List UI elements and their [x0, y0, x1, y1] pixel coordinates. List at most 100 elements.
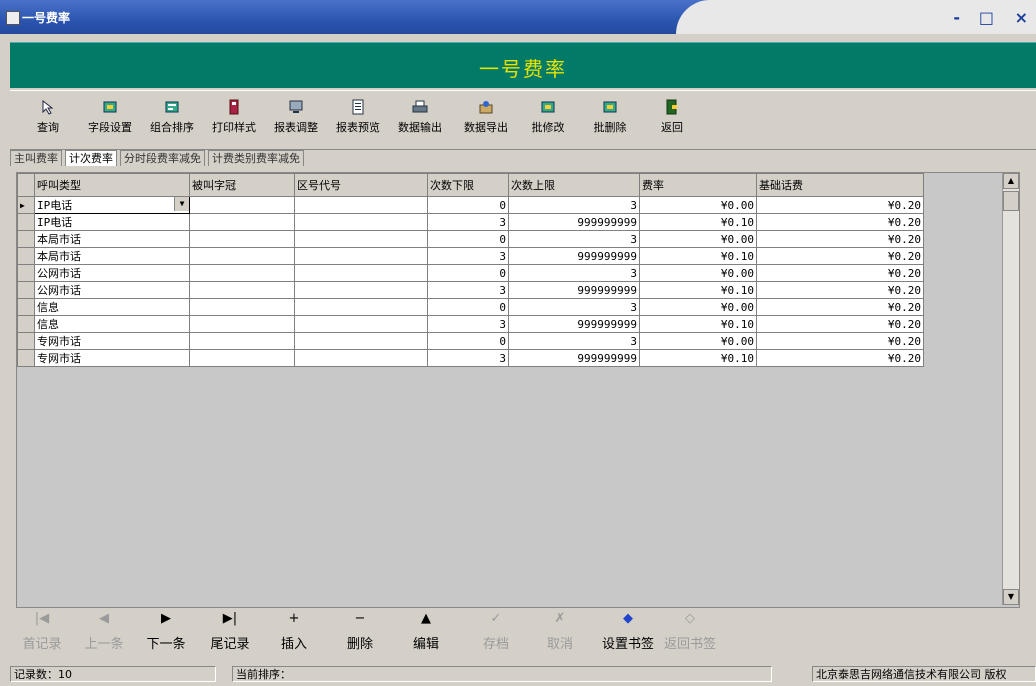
table-cell[interactable]: ¥0.20 — [756, 349, 924, 367]
nav-last-record-button[interactable]: ▶| 尾记录 — [202, 611, 258, 652]
table-row[interactable]: 本局市话 3 999999999 ¥0.10 ¥0.20 — [17, 247, 924, 265]
row-indicator[interactable] — [17, 213, 35, 231]
table-cell[interactable]: ¥0.10 — [639, 281, 757, 299]
table-cell[interactable]: ¥0.00 — [639, 264, 757, 282]
table-cell[interactable] — [189, 230, 295, 248]
table-cell[interactable] — [189, 332, 295, 350]
table-cell[interactable]: 999999999 — [508, 281, 640, 299]
table-cell[interactable] — [189, 281, 295, 299]
table-cell[interactable]: ¥0.20 — [756, 281, 924, 299]
table-cell[interactable]: ¥0.10 — [639, 349, 757, 367]
table-cell[interactable]: ¥0.20 — [756, 247, 924, 265]
table-cell[interactable]: 3 — [427, 315, 509, 333]
table-cell[interactable] — [189, 213, 295, 231]
nav-cancel-button[interactable]: ✗ 取消 — [532, 611, 588, 652]
data-export-button[interactable]: 数据导出 — [456, 95, 516, 135]
batch-edit-button[interactable]: 批修改 — [518, 95, 578, 135]
table-cell[interactable]: 999999999 — [508, 247, 640, 265]
table-cell[interactable]: ¥0.20 — [756, 230, 924, 248]
table-cell[interactable] — [294, 196, 428, 214]
call-type-dropdown-value[interactable]: IP电话 — [37, 199, 72, 212]
row-indicator[interactable] — [17, 298, 35, 316]
table-cell[interactable]: ¥0.10 — [639, 247, 757, 265]
dropdown-arrow-icon[interactable]: ▼ — [174, 197, 189, 211]
tab-billing-category-discount[interactable]: 计费类别费率减免 — [208, 150, 304, 166]
table-cell[interactable]: ¥0.00 — [639, 298, 757, 316]
report-adjust-button[interactable]: 报表调整 — [266, 95, 326, 135]
table-cell[interactable] — [294, 230, 428, 248]
table-cell[interactable]: ¥0.00 — [639, 196, 757, 214]
minimize-button[interactable]: - — [953, 8, 960, 27]
nav-plus-button[interactable]: + 插入 — [266, 611, 322, 652]
report-preview-button[interactable]: 报表预览 — [328, 95, 388, 135]
data-output-button[interactable]: 数据输出 — [390, 95, 450, 135]
table-cell[interactable]: 信息 — [34, 315, 190, 333]
table-cell[interactable]: 3 — [427, 281, 509, 299]
table-cell[interactable]: 3 — [508, 298, 640, 316]
table-cell[interactable] — [189, 298, 295, 316]
table-cell[interactable]: 0 — [427, 230, 509, 248]
table-cell[interactable]: 本局市话 — [34, 230, 190, 248]
table-cell[interactable]: 3 — [427, 247, 509, 265]
table-cell[interactable]: 0 — [427, 298, 509, 316]
print-style-button[interactable]: 打印样式 — [204, 95, 264, 135]
nav-prev-record-button[interactable]: ◀ 上一条 — [76, 611, 132, 652]
nav-minus-button[interactable]: − 删除 — [332, 611, 388, 652]
table-cell[interactable]: ¥0.20 — [756, 332, 924, 350]
table-row[interactable]: IP电话 3 999999999 ¥0.10 ¥0.20 — [17, 213, 924, 231]
nav-set-bookmark-button[interactable]: ◆ 设置书签 — [600, 611, 656, 652]
table-cell[interactable]: ¥0.10 — [639, 315, 757, 333]
table-cell[interactable] — [189, 247, 295, 265]
scroll-up-button[interactable]: ▲ — [1003, 173, 1019, 189]
col-count-min[interactable]: 次数下限 — [427, 173, 509, 197]
table-cell[interactable]: ¥0.10 — [639, 213, 757, 231]
table-cell[interactable]: 专网市话 — [34, 349, 190, 367]
table-cell[interactable]: 3 — [427, 213, 509, 231]
table-cell[interactable]: 999999999 — [508, 315, 640, 333]
table-cell[interactable] — [294, 247, 428, 265]
table-row[interactable]: 公网市话 3 999999999 ¥0.10 ¥0.20 — [17, 281, 924, 299]
row-indicator[interactable] — [17, 230, 35, 248]
table-cell[interactable]: IP电话 — [34, 213, 190, 231]
field-settings-button[interactable]: 字段设置 — [80, 95, 140, 135]
row-indicator[interactable] — [17, 281, 35, 299]
close-button[interactable]: × — [1015, 8, 1028, 27]
table-cell[interactable] — [294, 332, 428, 350]
table-row[interactable]: 专网市话 0 3 ¥0.00 ¥0.20 — [17, 332, 924, 350]
table-cell[interactable]: 0 — [427, 196, 509, 214]
col-called-prefix[interactable]: 被叫字冠 — [189, 173, 295, 197]
table-cell[interactable]: 信息 — [34, 298, 190, 316]
table-cell[interactable]: 999999999 — [508, 349, 640, 367]
table-cell[interactable]: 3 — [508, 196, 640, 214]
table-cell[interactable] — [294, 298, 428, 316]
table-cell[interactable] — [294, 264, 428, 282]
table-cell[interactable]: 公网市话 — [34, 281, 190, 299]
table-row[interactable]: 信息 3 999999999 ¥0.10 ¥0.20 — [17, 315, 924, 333]
call-type-dropdown[interactable]: IP电话 ▼ — [34, 196, 190, 214]
table-cell[interactable] — [294, 213, 428, 231]
col-base-fee[interactable]: 基础话费 — [756, 173, 924, 197]
table-cell[interactable] — [189, 349, 295, 367]
tab-caller-rate[interactable]: 主叫费率 — [10, 150, 62, 166]
col-count-max[interactable]: 次数上限 — [508, 173, 640, 197]
row-indicator[interactable] — [17, 349, 35, 367]
table-row[interactable]: 信息 0 3 ¥0.00 ¥0.20 — [17, 298, 924, 316]
table-cell[interactable]: 3 — [508, 230, 640, 248]
table-cell[interactable] — [294, 281, 428, 299]
row-indicator[interactable] — [17, 247, 35, 265]
tab-time-period-discount[interactable]: 分时段费率减免 — [120, 150, 205, 166]
maximize-button[interactable]: □ — [979, 8, 994, 27]
nav-goto-bookmark-button[interactable]: ◇ 返回书签 — [662, 611, 718, 652]
col-call-type[interactable]: 呼叫类型 — [34, 173, 190, 197]
table-cell[interactable]: 公网市话 — [34, 264, 190, 282]
col-rate[interactable]: 费率 — [639, 173, 757, 197]
tab-count-rate[interactable]: 计次费率 — [65, 150, 117, 166]
table-cell[interactable]: ¥0.20 — [756, 264, 924, 282]
table-cell[interactable]: 3 — [508, 264, 640, 282]
row-indicator[interactable] — [17, 315, 35, 333]
row-indicator[interactable] — [17, 332, 35, 350]
table-cell[interactable] — [189, 196, 295, 214]
table-cell[interactable]: 999999999 — [508, 213, 640, 231]
vertical-scrollbar[interactable]: ▲ ▼ — [1002, 173, 1019, 605]
nav-first-record-button[interactable]: |◀ 首记录 — [14, 611, 70, 652]
